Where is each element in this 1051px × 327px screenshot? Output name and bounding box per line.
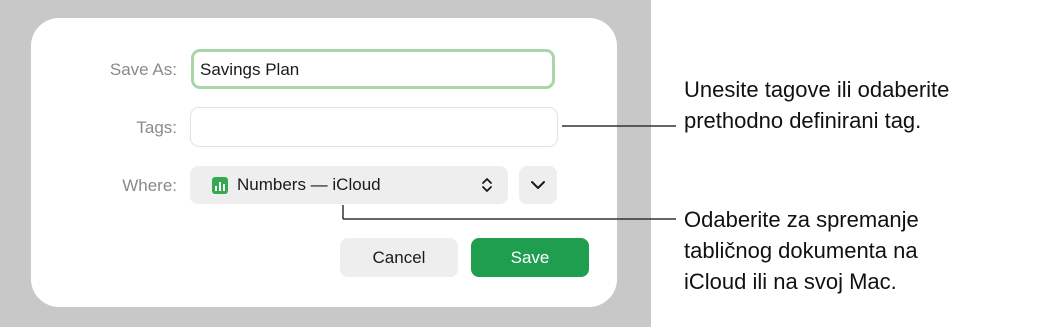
- tags-callout: Unesite tagove ili odaberite prethodno d…: [684, 74, 949, 136]
- tags-callout-line-2: prethodno definirani tag.: [684, 108, 922, 133]
- where-callout-line-1: Odaberite za spremanje: [684, 207, 919, 232]
- where-callout-line-3: iCloud ili na svoj Mac.: [684, 269, 897, 294]
- where-callout-line-2: tabličnog dokumenta na: [684, 238, 918, 263]
- tags-callout-line-1: Unesite tagove ili odaberite: [684, 77, 950, 102]
- where-callout: Odaberite za spremanje tabličnog dokumen…: [684, 204, 919, 297]
